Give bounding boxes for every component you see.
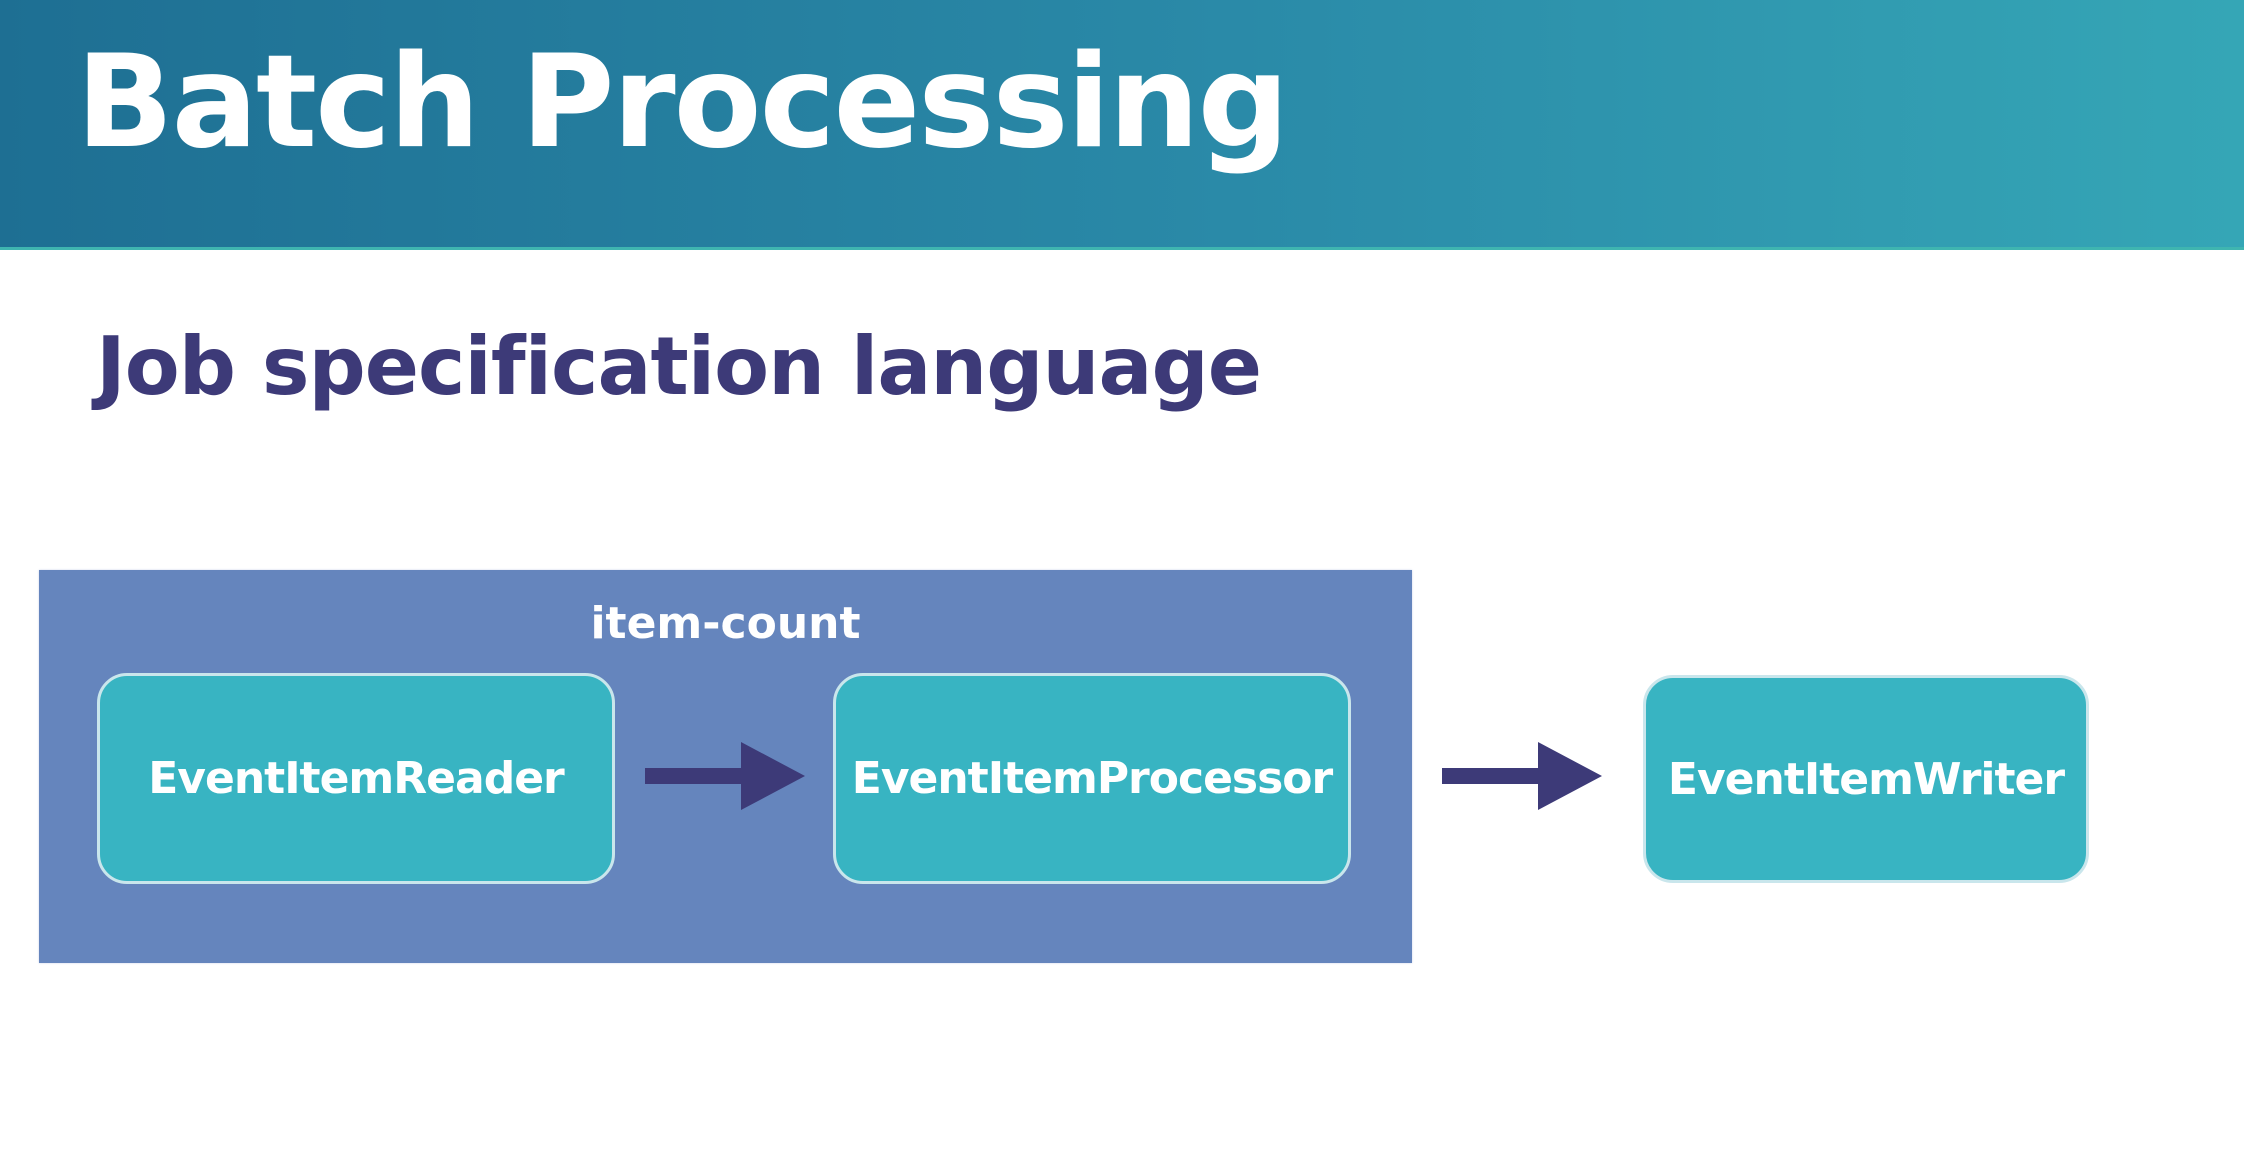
- node-label: EventItemProcessor: [851, 753, 1333, 804]
- slide-header: Batch Processing: [0, 0, 2244, 250]
- node-event-item-writer: EventItemWriter: [1643, 675, 2089, 883]
- arrow-processor-to-writer: [1442, 742, 1602, 810]
- group-label: item-count: [590, 598, 861, 649]
- node-label: EventItemWriter: [1667, 753, 2065, 805]
- node-event-item-processor: EventItemProcessor: [833, 673, 1351, 884]
- node-event-item-reader: EventItemReader: [97, 673, 615, 884]
- node-label: EventItemReader: [148, 753, 564, 804]
- slide-subtitle: Job specification language: [96, 320, 1262, 413]
- slide-title: Batch Processing: [76, 28, 1289, 177]
- arrow-reader-to-processor: [645, 742, 805, 810]
